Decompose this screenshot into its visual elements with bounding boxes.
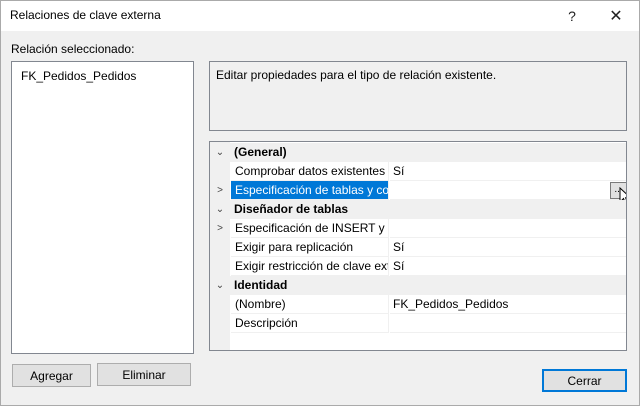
chevron-down-icon[interactable]: ⌄ [210, 276, 230, 295]
property-row[interactable]: Exigir para replicación Sí [210, 238, 626, 257]
property-name[interactable]: (Nombre) [231, 295, 389, 314]
property-value[interactable] [390, 181, 626, 200]
foreign-key-relationships-dialog: Relaciones de clave externa ? ✕ Relación… [0, 0, 640, 406]
property-row[interactable]: (Nombre) FK_Pedidos_Pedidos [210, 295, 626, 314]
property-name[interactable]: Especificación de INSERT y UP [231, 219, 389, 238]
property-category-general[interactable]: ⌄ (General) [210, 143, 626, 162]
chevron-down-icon[interactable]: ⌄ [210, 143, 230, 162]
description-box: Editar propiedades para el tipo de relac… [209, 61, 627, 131]
property-category-table-designer[interactable]: ⌄ Diseñador de tablas [210, 200, 626, 219]
property-name[interactable]: Descripción [231, 314, 389, 333]
property-row-selected[interactable]: > Especificación de tablas y colu ... [210, 181, 626, 206]
title-bar: Relaciones de clave externa ? ✕ [1, 1, 639, 31]
property-value[interactable]: Sí [390, 257, 626, 276]
property-name[interactable]: Comprobar datos existentes a [231, 162, 389, 181]
delete-button[interactable]: Eliminar [97, 363, 191, 386]
window-title: Relaciones de clave externa [10, 8, 161, 22]
help-button[interactable]: ? [550, 1, 594, 31]
close-button[interactable]: Cerrar [542, 369, 627, 392]
chevron-right-icon[interactable]: > [210, 219, 230, 238]
selected-relationship-label: Relación seleccionado: [11, 42, 135, 56]
relationship-list[interactable]: FK_Pedidos_Pedidos [11, 61, 194, 354]
property-name[interactable]: Especificación de tablas y colu [231, 181, 389, 200]
close-window-button[interactable]: ✕ [594, 1, 638, 31]
property-category-identity[interactable]: ⌄ Identidad [210, 276, 626, 295]
category-label: Diseñador de tablas [234, 202, 349, 216]
property-value[interactable]: Sí [390, 162, 626, 181]
property-value[interactable]: FK_Pedidos_Pedidos [390, 295, 626, 314]
property-name[interactable]: Exigir restricción de clave exte [231, 257, 389, 276]
chevron-down-icon[interactable]: ⌄ [210, 200, 230, 219]
property-grid[interactable]: ⌄ (General) Comprobar datos existentes a… [209, 141, 627, 351]
add-button[interactable]: Agregar [12, 364, 91, 387]
property-value[interactable]: Sí [390, 238, 626, 257]
property-row[interactable]: Comprobar datos existentes a Sí [210, 162, 626, 181]
chevron-right-icon[interactable]: > [210, 181, 230, 200]
property-name[interactable]: Exigir para replicación [231, 238, 389, 257]
property-row[interactable]: Exigir restricción de clave exte Sí [210, 257, 626, 276]
property-value[interactable] [390, 314, 626, 333]
property-row[interactable]: > Especificación de INSERT y UP [210, 219, 626, 238]
category-label: Identidad [234, 278, 288, 292]
relationship-list-item[interactable]: FK_Pedidos_Pedidos [21, 69, 136, 83]
description-text: Editar propiedades para el tipo de relac… [216, 68, 497, 82]
property-value[interactable] [390, 219, 626, 238]
property-row[interactable]: Descripción [210, 314, 626, 333]
category-label: (General) [234, 145, 287, 159]
